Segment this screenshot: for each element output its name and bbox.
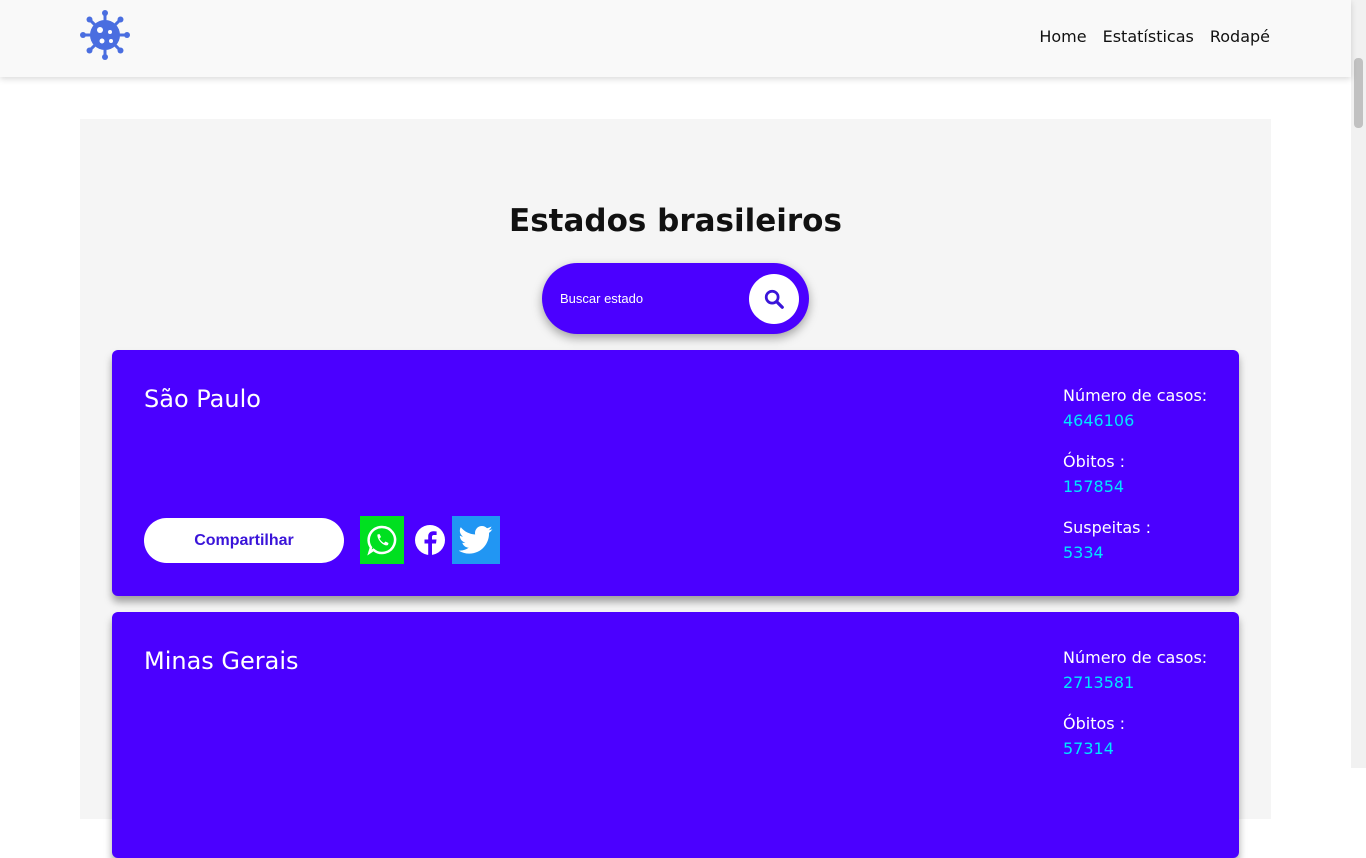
page-scrollbar[interactable]: [1351, 0, 1366, 768]
state-name: São Paulo: [144, 385, 261, 413]
state-stats: Número de casos: 4646106 Óbitos : 157854…: [1063, 383, 1233, 581]
twitter-share-button[interactable]: [452, 516, 500, 564]
deaths-label: Óbitos :: [1063, 452, 1126, 471]
search-bar: [542, 263, 809, 334]
cases-label: Número de casos:: [1063, 386, 1208, 405]
state-name: Minas Gerais: [144, 647, 299, 675]
deaths-value: 157854: [1063, 477, 1125, 496]
virus-icon[interactable]: [80, 10, 130, 60]
scrollbar-thumb[interactable]: [1354, 58, 1363, 128]
share-button[interactable]: Compartilhar: [144, 518, 344, 563]
state-card-minas-gerais: Minas Gerais Número de casos: 2713581 Ób…: [112, 612, 1239, 858]
nav-link-home[interactable]: Home: [1039, 27, 1086, 46]
state-card-sao-paulo: São Paulo Compartilhar Número de casos: …: [112, 350, 1239, 596]
deaths-value: 57314: [1063, 739, 1114, 758]
facebook-share-button[interactable]: [408, 516, 452, 564]
deaths-label: Óbitos :: [1063, 714, 1126, 733]
search-input[interactable]: [560, 287, 740, 309]
facebook-icon: [415, 525, 445, 555]
twitter-icon: [459, 525, 493, 554]
whatsapp-share-button[interactable]: [360, 516, 404, 564]
top-navbar: Home Estatísticas Rodapé: [0, 0, 1351, 77]
cases-value: 2713581: [1063, 673, 1135, 692]
nav-link-rodape[interactable]: Rodapé: [1210, 27, 1270, 46]
suspects-value: 5334: [1063, 543, 1104, 562]
search-button[interactable]: [749, 274, 799, 324]
nav-link-estatisticas[interactable]: Estatísticas: [1103, 27, 1194, 46]
nav-links: Home Estatísticas Rodapé: [1039, 27, 1270, 46]
search-icon: [764, 289, 784, 309]
whatsapp-icon: [367, 525, 397, 556]
state-stats: Número de casos: 2713581 Óbitos : 57314: [1063, 645, 1233, 777]
cases-label: Número de casos:: [1063, 648, 1208, 667]
page-title: Estados brasileiros: [509, 203, 842, 239]
suspects-label: Suspeitas :: [1063, 518, 1151, 537]
cases-value: 4646106: [1063, 411, 1135, 430]
